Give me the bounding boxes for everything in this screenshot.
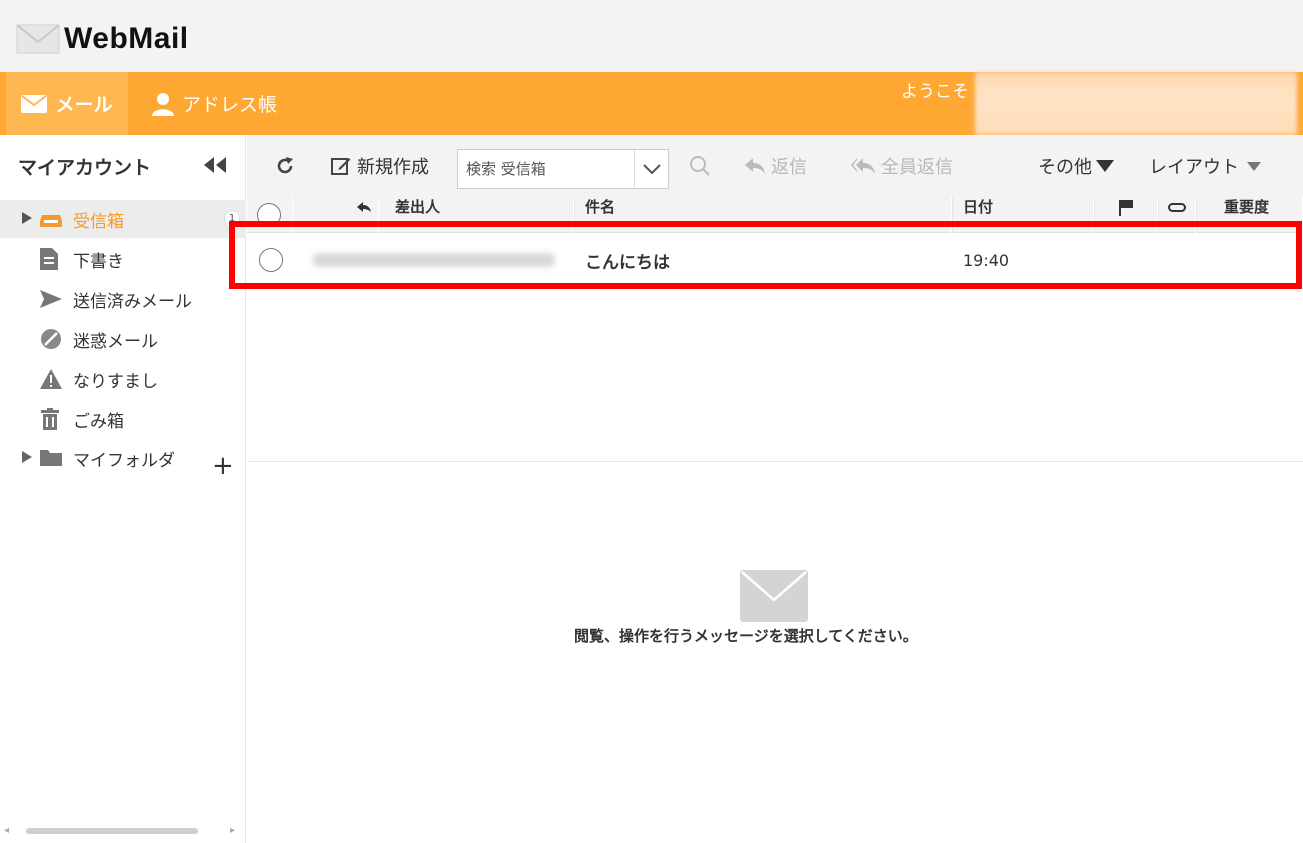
scroll-left-icon[interactable]: ◂ [4,825,9,836]
add-folder-button[interactable]: + [212,451,234,481]
sidebar-item-sent[interactable]: 送信済みメール [0,280,246,318]
sender-header-label: 差出人 [395,197,441,216]
layout-menu-button[interactable]: レイアウト [1149,135,1267,197]
main-nav: メール アドレス帳 ようこそ [0,72,1303,135]
expand-arrow-icon[interactable] [22,448,32,468]
search-input[interactable] [458,150,628,188]
warning-icon [40,369,62,389]
nav-mail-tab[interactable]: メール [6,72,128,135]
sidebar-item-trash[interactable]: ごみ箱 [0,400,246,438]
reply-status-icon [357,202,371,212]
refresh-icon [277,157,293,174]
person-icon [152,92,174,116]
top-bar: WebMail [0,0,1303,72]
expand-arrow-icon[interactable] [22,209,32,229]
sidebar-item-label: 受信箱 [73,211,124,232]
compose-icon [331,158,351,175]
reply-icon [745,158,765,174]
sidebar: マイアカウント 受信箱 1 下書き 送信済みメール 迷惑メール なりすまし ごみ… [0,135,246,843]
preview-placeholder-message: 閲覧、操作を行うメッセージを選択してください。 [574,627,918,645]
sidebar-item-label: なりすまし [73,371,158,392]
nav-address-book-label: アドレス帳 [182,94,278,116]
trash-icon [40,408,60,430]
caret-down-icon [1096,160,1114,172]
envelope-logo-icon [16,24,60,54]
nav-mail-label: メール [55,94,113,116]
redacted-user-info [975,72,1297,135]
date-header-label: 日付 [963,197,994,216]
welcome-text: ようこそ [901,82,969,102]
subject-header-label: 件名 [585,197,616,216]
scrollbar-thumb[interactable] [26,828,198,834]
sidebar-item-inbox[interactable]: 受信箱 1 [0,200,246,238]
sidebar-header: マイアカウント [0,135,246,197]
other-menu-label: その他 [1038,157,1092,178]
reply-label: 返信 [771,157,807,178]
other-menu-button[interactable]: その他 [1038,135,1120,197]
draft-icon [40,248,58,270]
highlight-box [229,221,1302,289]
caret-down-icon [1247,161,1261,171]
sidebar-item-label: 送信済みメール [73,291,192,312]
list-preview-divider[interactable] [247,461,1303,462]
sidebar-item-label: ごみ箱 [73,411,124,432]
flag-icon [1119,200,1133,216]
sidebar-item-label: 迷惑メール [73,331,158,352]
logo[interactable]: WebMail [16,22,189,56]
spam-icon [40,328,62,350]
search-icon [690,156,710,176]
refresh-button[interactable] [275,135,301,197]
folder-icon [40,450,62,466]
collapse-sidebar-icon[interactable] [204,157,226,173]
sidebar-horizontal-scrollbar[interactable]: ◂ ▸ [0,825,246,837]
search-box[interactable] [457,149,669,189]
envelope-placeholder-icon [740,570,808,622]
reply-all-icon [851,158,875,174]
chevron-down-icon [643,164,661,174]
search-button[interactable] [689,135,717,197]
mail-icon [21,94,48,113]
sidebar-item-drafts[interactable]: 下書き [0,240,246,278]
sidebar-item-spam[interactable]: 迷惑メール [0,320,246,358]
sidebar-title: マイアカウント [18,156,152,179]
sidebar-item-my-folders[interactable]: マイフォルダ [0,439,246,477]
sidebar-item-label: マイフォルダ [73,450,175,471]
new-message-button[interactable]: 新規作成 [331,135,429,197]
reply-all-label: 全員返信 [881,157,953,178]
sent-icon [40,290,62,308]
priority-header-label: 重要度 [1224,197,1270,216]
inbox-icon [40,211,62,227]
paperclip-icon [1168,203,1186,212]
reply-button[interactable]: 返信 [745,135,807,197]
sidebar-item-spoofing[interactable]: なりすまし [0,360,246,398]
sidebar-item-label: 下書き [73,251,124,272]
scroll-right-icon[interactable]: ▸ [230,825,235,836]
search-scope-dropdown[interactable] [634,150,669,188]
mail-toolbar: 新規作成 返信 全員返信 その他 レイアウト [247,135,1303,197]
layout-menu-label: レイアウト [1149,157,1239,178]
logo-text: WebMail [64,22,189,55]
reply-all-button[interactable]: 全員返信 [851,135,953,197]
new-message-label: 新規作成 [357,157,429,178]
nav-address-book-tab[interactable]: アドレス帳 [152,72,277,135]
